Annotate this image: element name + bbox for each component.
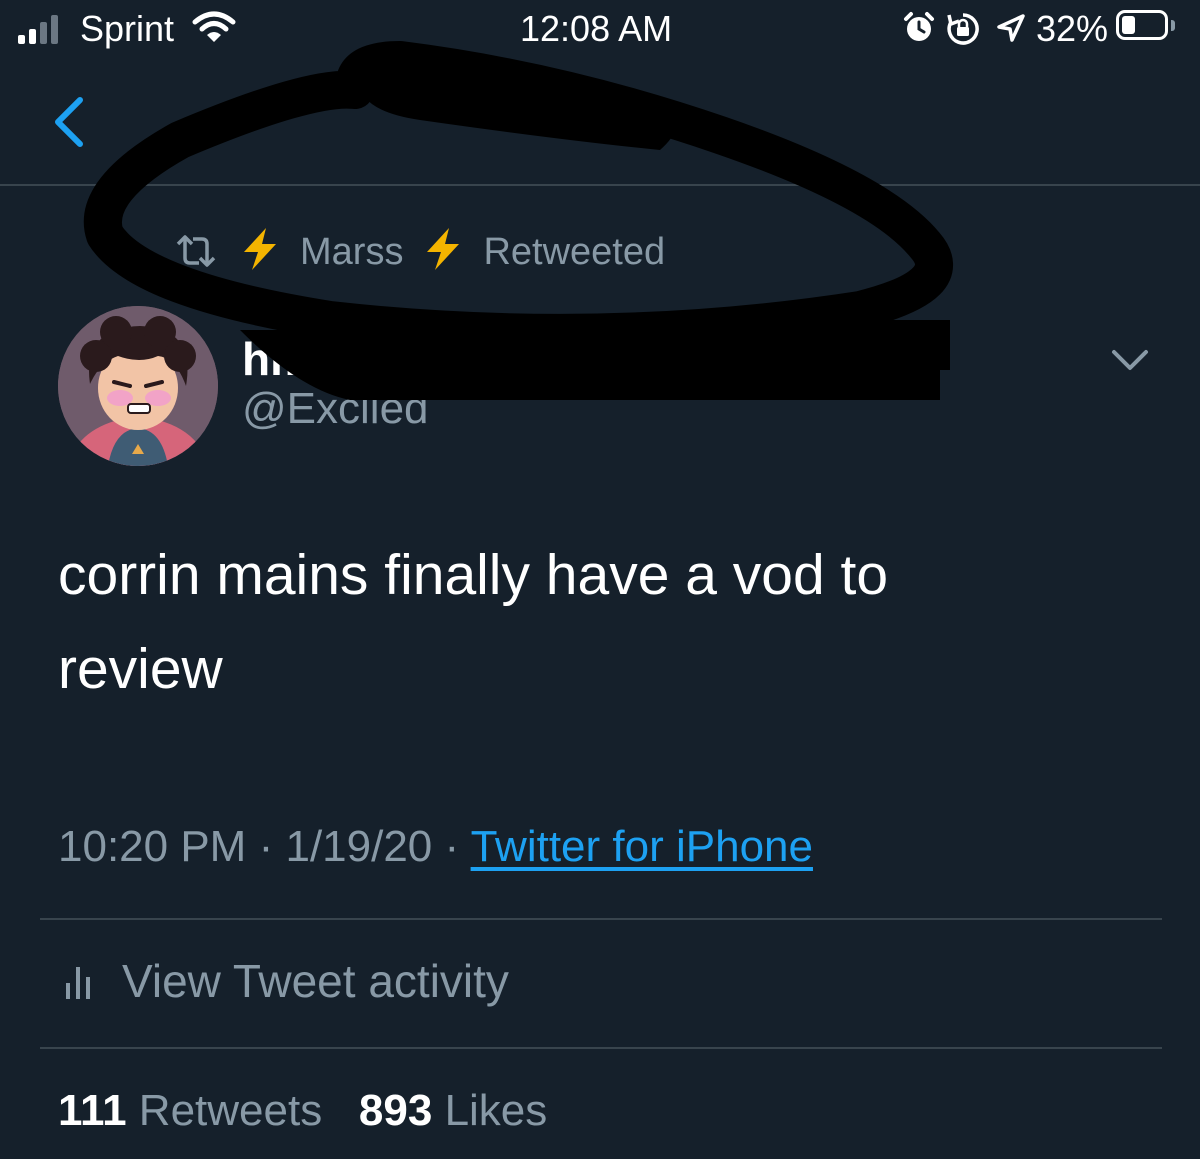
meta-separator: · [258, 822, 274, 871]
retweets-count: 111 [58, 1086, 127, 1135]
tweet-meta: 10:20 PM · 1/19/20 · Twitter for iPhone [58, 822, 813, 872]
tweet-source-link[interactable]: Twitter for iPhone [471, 822, 813, 871]
tweet-date: 1/19/20 [285, 822, 433, 871]
retweets-label: Retweets [138, 1086, 323, 1135]
meta-separator-2: · [444, 822, 460, 871]
tweet-stats: 111 Retweets 893 Likes [58, 1086, 547, 1136]
likes-count: 893 [358, 1086, 433, 1135]
retweets-stat[interactable]: 111 Retweets [58, 1086, 322, 1135]
likes-stat[interactable]: 893 Likes [359, 1086, 547, 1135]
likes-label: Likes [444, 1086, 548, 1135]
scribble-annotation [83, 41, 953, 400]
view-tweet-activity[interactable]: View Tweet activity [62, 954, 509, 1008]
tweet-text: corrin mains finally have a vod to revie… [58, 528, 1138, 716]
tweet-text-line2: review [58, 637, 223, 701]
activity-divider [40, 1047, 1162, 1049]
view-tweet-activity-label: View Tweet activity [122, 955, 509, 1007]
meta-divider [40, 918, 1162, 920]
tweet-time: 10:20 PM [58, 822, 247, 871]
tweet-text-line1: corrin mains finally have a vod to [58, 543, 889, 607]
bar-chart-icon [66, 967, 90, 999]
